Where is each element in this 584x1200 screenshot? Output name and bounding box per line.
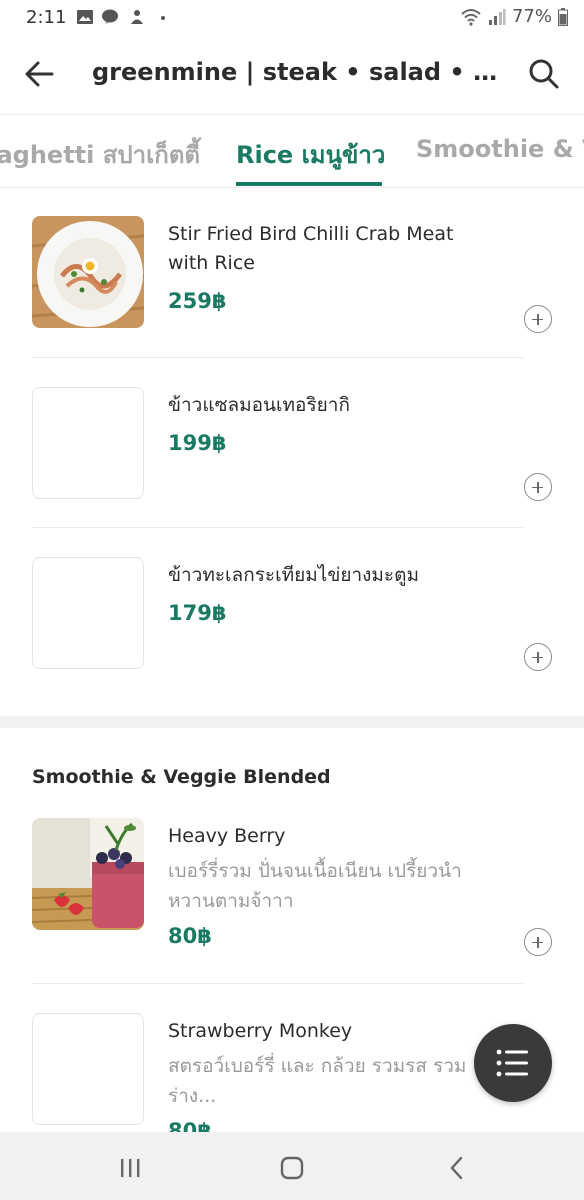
item-price: 259฿ — [168, 289, 227, 313]
pasta-dish-image — [32, 216, 144, 328]
section-separator — [0, 716, 584, 728]
divider — [32, 357, 524, 358]
item-name: Heavy Berry — [168, 825, 286, 847]
active-tab-indicator — [236, 182, 382, 186]
app-notification-icon — [131, 10, 143, 24]
add-to-cart-button[interactable] — [524, 473, 552, 501]
item-thumbnail-placeholder — [32, 1013, 144, 1125]
wifi-icon — [461, 8, 481, 26]
back-arrow-icon — [25, 61, 54, 87]
chevron-left-icon — [450, 1156, 463, 1180]
tab-smoothie[interactable]: Smoothie & Veggie Blended — [416, 135, 584, 163]
status-right: 77% — [460, 6, 568, 27]
screen: 2:11 77% greenmine | steak • salad • c g… — [0, 0, 584, 1200]
signal-icon — [488, 8, 506, 25]
item-name: Strawberry Monkey — [168, 1020, 353, 1042]
search-icon — [529, 59, 559, 89]
back-button[interactable] — [20, 54, 60, 94]
status-bar: 2:11 77% — [0, 0, 584, 34]
item-price: 80฿ — [168, 1119, 212, 1132]
item-price: 199฿ — [168, 431, 227, 455]
section-heading: Smoothie & Veggie Blended — [32, 766, 331, 788]
item-description: สตรอว์เบอร์รี่ และ กล้วย รวมรส รวมร่าง..… — [168, 1055, 467, 1107]
add-to-cart-button[interactable] — [524, 928, 552, 956]
divider — [32, 527, 524, 528]
tab-spaghetti[interactable]: Spaghetti สปาเก็ตตี้ — [0, 135, 200, 174]
item-name: ข้าวทะเลกระเทียมไข่ยางมะตูม — [168, 564, 419, 586]
item-name: Stir Fried Bird Chilli Crab Meat with Ri… — [168, 223, 454, 274]
menu-item[interactable]: ข้าวทะเลกระเทียมไข่ยางมะตูม 179฿ — [32, 557, 552, 677]
system-back-button[interactable] — [440, 1150, 476, 1186]
list-icon — [496, 1049, 528, 1077]
top-bar: greenmine | steak • salad • coff... — [0, 34, 584, 115]
item-thumbnail-placeholder — [32, 557, 144, 669]
gallery-icon — [77, 10, 93, 24]
page-title: greenmine | steak • salad • coff... — [92, 58, 502, 86]
recent-apps-icon — [121, 1159, 140, 1177]
line-app-icon — [102, 9, 118, 24]
battery-icon — [558, 7, 568, 26]
more-notifications-icon — [161, 16, 165, 20]
item-name: ข้าวแซลมอนเทอริยากิ — [168, 394, 350, 416]
divider — [32, 983, 524, 984]
home-icon — [280, 1156, 304, 1180]
item-price: 179฿ — [168, 601, 227, 625]
menu-item[interactable]: Heavy Berry เบอร์รี่รวม ปั่นจนเนื้อเนียน… — [32, 818, 552, 958]
add-to-cart-button[interactable] — [524, 643, 552, 671]
category-tabs: Spaghetti สปาเก็ตตี้ Rice เมนูข้าว Smoot… — [0, 115, 584, 188]
berry-smoothie-image — [32, 818, 144, 930]
add-to-cart-button[interactable] — [524, 305, 552, 333]
menu-item[interactable]: ข้าวแซลมอนเทอริยากิ 199฿ — [32, 387, 552, 507]
item-thumbnail-placeholder — [32, 387, 144, 499]
home-button[interactable] — [274, 1150, 310, 1186]
search-button[interactable] — [524, 54, 564, 94]
item-thumbnail — [32, 818, 144, 930]
category-menu-button[interactable] — [474, 1024, 552, 1102]
system-nav-bar — [0, 1132, 584, 1200]
recent-apps-button[interactable] — [112, 1150, 148, 1186]
menu-item[interactable]: Strawberry Monkey สตรอว์เบอร์รี่ และ กล้… — [32, 1013, 524, 1132]
menu-item[interactable]: Stir Fried Bird Chilli Crab Meat with Ri… — [32, 216, 552, 336]
item-price: 80฿ — [168, 924, 212, 948]
item-thumbnail — [32, 216, 144, 328]
item-description: เบอร์รี่รวม ปั่นจนเนื้อเนียน เปรี้ยวนำ ห… — [168, 860, 462, 912]
tab-rice[interactable]: Rice เมนูข้าว — [236, 135, 385, 174]
battery-percent: 77% — [511, 6, 552, 27]
status-time: 2:11 — [26, 7, 67, 28]
